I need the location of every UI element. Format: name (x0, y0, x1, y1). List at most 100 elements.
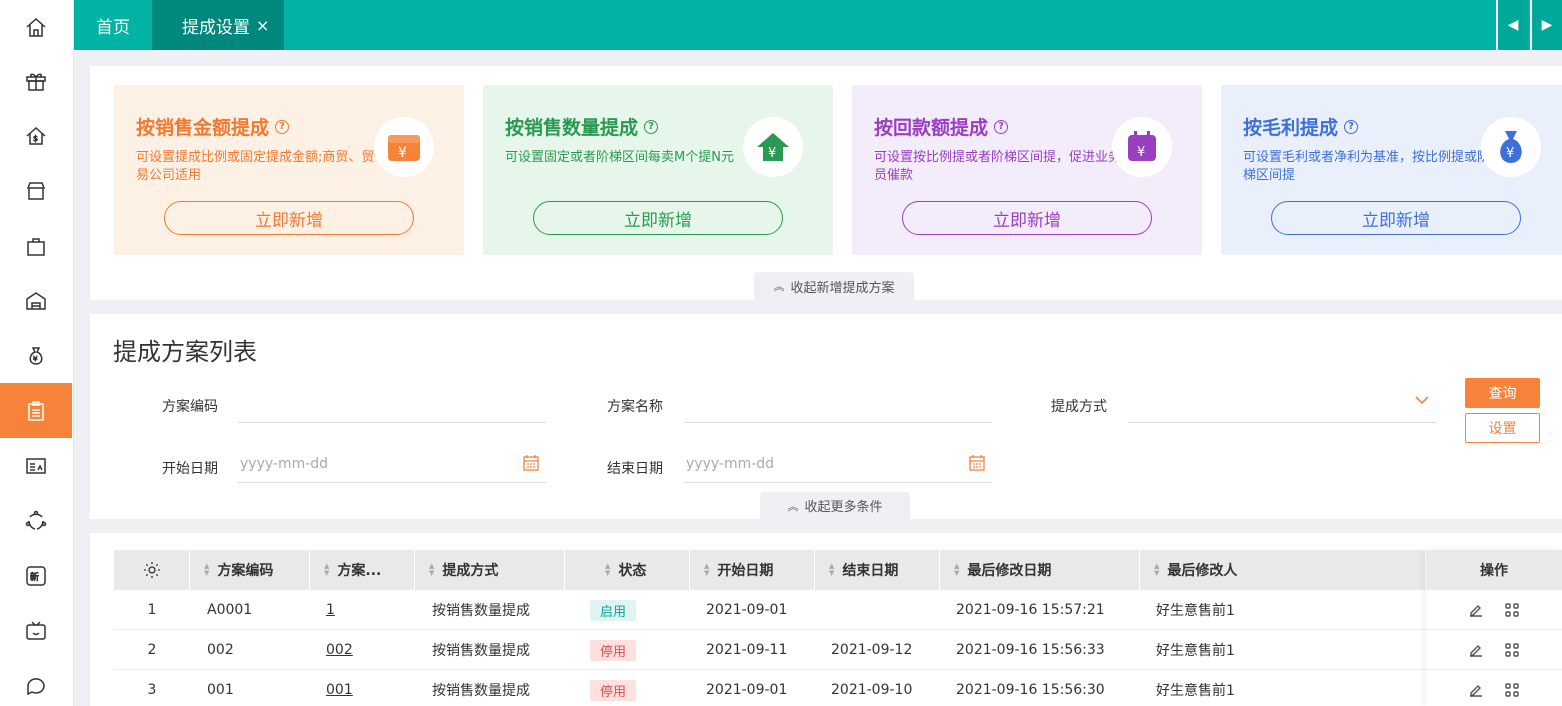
th-status[interactable]: ▲ ▼ 状态 (565, 550, 690, 590)
end-date-underline (684, 482, 992, 483)
sidebar-item-hr[interactable] (0, 438, 72, 493)
collapse-cards-toggle[interactable]: ︽ 收起新增提成方案 (754, 272, 914, 300)
table-row[interactable]: 2 002 002 按销售数量提成 停用 2021-09-11 2021-09-12 2021… (114, 630, 1562, 670)
name-label: 方案名称 (607, 399, 663, 415)
help-icon[interactable]: ? (275, 119, 290, 134)
grid-menu-icon[interactable] (1504, 682, 1520, 698)
sidebar-item-finance[interactable]: $ (0, 108, 72, 163)
collapse-cards-label: 收起新增提成方案 (790, 280, 895, 296)
end-date-input[interactable]: yyyy-mm-dd (686, 456, 774, 472)
cell-name-link[interactable]: 002 (326, 630, 353, 670)
edit-icon[interactable] (1468, 682, 1484, 698)
edit-icon[interactable] (1468, 642, 1484, 658)
wallet-icon: ¥ (374, 117, 434, 177)
start-date-input[interactable]: yyyy-mm-dd (240, 456, 328, 472)
new-plan-cards: 按销售金额提成? 可设置提成比例或固定提成金额;商贸、贸易公司适用 ¥ 立即新增… (90, 66, 1562, 300)
chevron-down-icon[interactable] (1414, 394, 1430, 406)
svg-text:¥: ¥ (1137, 145, 1145, 160)
cell-modified-date: 2021-09-16 15:56:33 (956, 642, 1105, 658)
svg-text:¥: ¥ (398, 145, 407, 161)
id-card-icon (26, 457, 46, 474)
collapse-more-label: 收起更多条件 (804, 500, 883, 515)
th-code[interactable]: ▲ ▼ 方案编码 (190, 550, 310, 590)
th-method[interactable]: ▲ ▼ 提成方式 (415, 550, 565, 590)
sort-icon: ▲ ▼ (204, 562, 210, 577)
card-sales-amount: 按销售金额提成? 可设置提成比例或固定提成金额;商贸、贸易公司适用 ¥ 立即新增 (114, 85, 464, 255)
top-tab-bar: 首页 提成设置 × ◀ ▶ (74, 0, 1562, 50)
calendar-icon[interactable] (968, 454, 986, 472)
cell-name-link[interactable]: 1 (326, 590, 335, 630)
sidebar: $ ¥ 新 (0, 0, 74, 706)
tab-next-button[interactable]: ▶ (1530, 0, 1562, 50)
home-icon (26, 17, 46, 37)
help-icon[interactable]: ? (644, 119, 659, 134)
plan-table: ▲ ▼ 方案编码 ▲ ▼ 方案... ▲ ▼ 提成方式 ▲ ▼ 状态 ▲ ▼ 开始日期 ▲ ▼ 结束日期… (90, 533, 1562, 706)
sidebar-item-money[interactable]: ¥ (0, 328, 72, 383)
sidebar-item-tv[interactable] (0, 603, 72, 658)
th-modified-date[interactable]: ▲ ▼ 最后修改日期 (940, 550, 1140, 590)
th-name[interactable]: ▲ ▼ 方案... (310, 550, 415, 590)
sidebar-item-commission[interactable] (0, 383, 72, 438)
operations-cell (1426, 630, 1562, 670)
settings-button[interactable]: 设置 (1465, 413, 1540, 443)
svg-text:$: $ (33, 134, 38, 143)
grid-menu-icon[interactable] (1504, 602, 1520, 618)
sidebar-item-home[interactable] (0, 0, 72, 55)
sidebar-item-chat[interactable] (0, 658, 72, 706)
table-row[interactable]: 3 001 001 按销售数量提成 停用 2021-09-01 2021-09-10 2021… (114, 670, 1562, 706)
operations-column: 操作 (1426, 550, 1562, 706)
sidebar-item-new[interactable]: 新 (0, 548, 72, 603)
svg-text:¥: ¥ (1506, 146, 1514, 161)
tab-home[interactable]: 首页 (74, 0, 152, 50)
status-badge: 停用 (590, 639, 637, 661)
chevron-left-icon: ◀ (1507, 17, 1519, 33)
status-badge: 停用 (590, 679, 637, 701)
cell-method: 按销售数量提成 (432, 603, 530, 619)
method-select[interactable] (1129, 422, 1437, 423)
operations-cell (1426, 670, 1562, 706)
add-sales-quantity-button[interactable]: 立即新增 (533, 201, 783, 235)
sidebar-item-warehouse[interactable] (0, 273, 72, 328)
add-gross-profit-button[interactable]: 立即新增 (1271, 201, 1521, 235)
calendar-icon[interactable] (522, 454, 540, 472)
sort-icon: ▲ ▼ (605, 562, 611, 577)
help-icon[interactable]: ? (994, 119, 1009, 134)
code-label: 方案编码 (162, 399, 218, 415)
tab-prev-button[interactable]: ◀ (1496, 0, 1528, 50)
sidebar-item-store[interactable] (0, 163, 72, 218)
cell-start-date: 2021-09-11 (706, 642, 788, 658)
money-house-icon: ¥ (743, 117, 803, 177)
page-title: 提成方案列表 (113, 338, 257, 366)
sidebar-item-gift[interactable] (0, 53, 72, 108)
th-end-date[interactable]: ▲ ▼ 结束日期 (815, 550, 940, 590)
cell-name-link[interactable]: 001 (326, 670, 353, 706)
collapse-more-toggle[interactable]: ︽ 收起更多条件 (760, 492, 910, 519)
close-icon[interactable]: × (256, 16, 269, 35)
code-input[interactable] (238, 422, 546, 423)
sidebar-item-purchase[interactable] (0, 218, 72, 273)
table-header: ▲ ▼ 方案编码 ▲ ▼ 方案... ▲ ▼ 提成方式 ▲ ▼ 状态 ▲ ▼ 开始日期 ▲ ▼ 结束日期… (114, 550, 1562, 590)
cell-code: 002 (207, 642, 234, 658)
tab-commission-settings[interactable]: 提成设置 × (152, 0, 284, 50)
chevron-up-icon: ︽ (773, 280, 785, 293)
add-sales-amount-button[interactable]: 立即新增 (164, 201, 414, 235)
chevron-up-icon: ︽ (787, 499, 799, 513)
cell-start-date: 2021-09-01 (706, 682, 788, 698)
edit-icon[interactable] (1468, 602, 1484, 618)
sort-icon: ▲ ▼ (429, 562, 435, 577)
cell-modifier: 好生意售前1 (1156, 643, 1235, 659)
card-description: 可设置毛利或者净利为基准，按比例提或阶梯区间提 (1243, 150, 1491, 183)
sort-icon: ▲ ▼ (954, 562, 960, 577)
help-icon[interactable]: ? (1344, 119, 1359, 134)
table-row[interactable]: 1 A0001 1 按销售数量提成 启用 2021-09-01 2021-09-16 15:… (114, 590, 1562, 630)
name-input[interactable] (684, 422, 992, 423)
th-modifier[interactable]: ▲ ▼ 最后修改人 (1140, 550, 1426, 590)
svg-text:¥: ¥ (768, 146, 776, 161)
grid-menu-icon[interactable] (1504, 642, 1520, 658)
sidebar-item-cycle[interactable] (0, 493, 72, 548)
column-settings[interactable] (114, 550, 190, 590)
th-start-date[interactable]: ▲ ▼ 开始日期 (690, 550, 815, 590)
query-button[interactable]: 查询 (1465, 378, 1540, 408)
add-payment-amount-button[interactable]: 立即新增 (902, 201, 1152, 235)
store-icon (26, 181, 46, 200)
